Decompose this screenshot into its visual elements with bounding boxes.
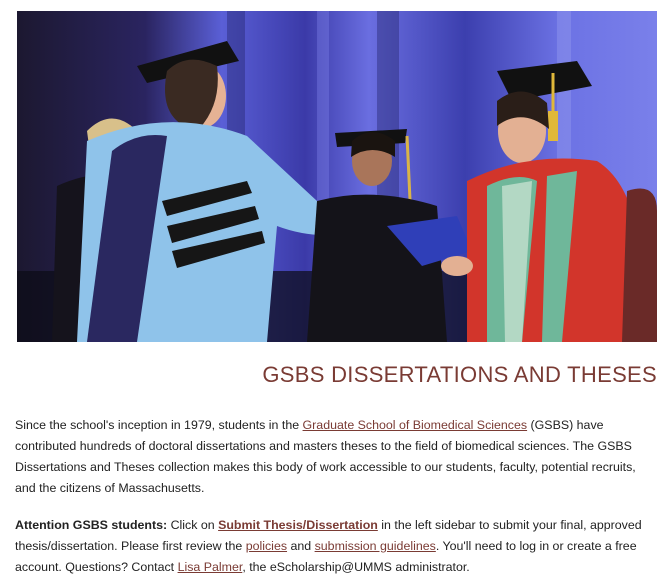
contact-lisa-palmer-link[interactable]: Lisa Palmer — [178, 560, 243, 574]
submit-thesis-link[interactable]: Submit Thesis/Dissertation — [218, 518, 378, 532]
attention-text-end: , the eScholarship@UMMS administrator. — [242, 560, 470, 574]
attention-paragraph: Attention GSBS students: Click on Submit… — [15, 515, 657, 578]
attention-text-click-on: Click on — [167, 518, 219, 532]
attention-label: Attention GSBS students: — [15, 518, 168, 532]
intro-paragraph: Since the school's inception in 1979, st… — [15, 415, 657, 499]
page-title: GSBS DISSERTATIONS AND THESES — [262, 362, 657, 387]
submission-guidelines-link[interactable]: submission guidelines — [315, 539, 436, 553]
intro-text-before-link: Since the school's inception in 1979, st… — [15, 418, 303, 432]
policies-link[interactable]: policies — [246, 539, 287, 553]
attention-text-and: and — [287, 539, 315, 553]
graduation-ceremony-photo — [17, 11, 657, 342]
hero-image — [17, 11, 657, 342]
gsbs-school-link[interactable]: Graduate School of Biomedical Sciences — [303, 418, 528, 432]
